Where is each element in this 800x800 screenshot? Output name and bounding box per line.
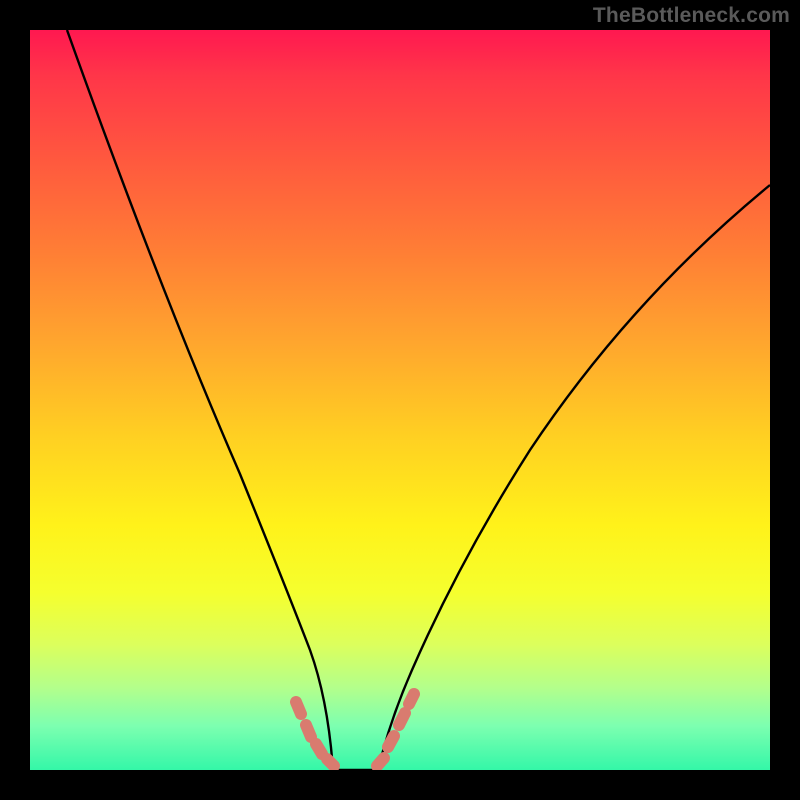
dash-markers-left: [296, 702, 334, 766]
watermark-label: TheBottleneck.com: [593, 4, 790, 28]
plot-area: [30, 30, 770, 770]
dash-markers-right: [377, 694, 414, 766]
dash-markers: [30, 30, 770, 770]
chart-frame: TheBottleneck.com: [0, 0, 800, 800]
